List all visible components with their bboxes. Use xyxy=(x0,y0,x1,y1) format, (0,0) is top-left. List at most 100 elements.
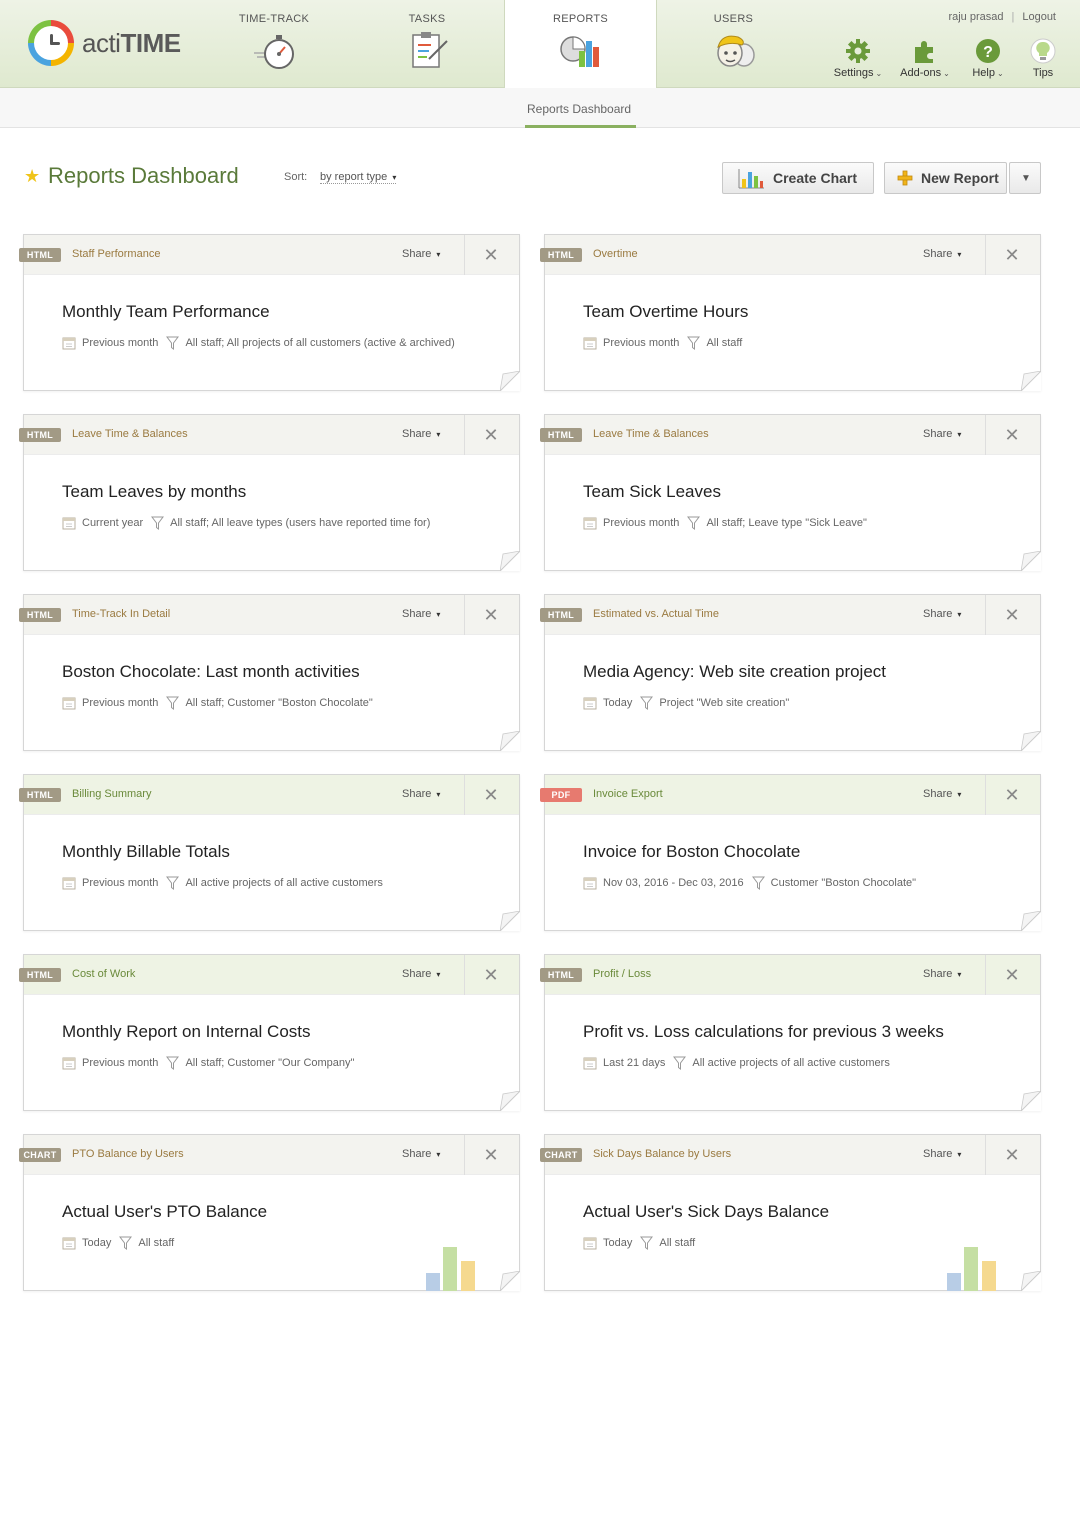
favorite-star-icon[interactable]: ★ xyxy=(24,166,40,187)
close-icon[interactable]: ✕ xyxy=(479,603,503,627)
tab-users[interactable]: USERS xyxy=(680,0,787,88)
report-title[interactable]: Profit vs. Loss calculations for previou… xyxy=(583,1022,944,1042)
report-card[interactable]: HTML Staff Performance Share ▾ ✕ Monthly… xyxy=(19,234,520,391)
new-report-dropdown-button[interactable]: ▼ xyxy=(1009,162,1041,194)
close-icon[interactable]: ✕ xyxy=(1000,963,1024,987)
report-type-label[interactable]: PTO Balance by Users xyxy=(72,1148,184,1160)
report-type-label[interactable]: Overtime xyxy=(593,248,638,260)
report-type-label[interactable]: Billing Summary xyxy=(72,788,151,800)
tab-label: USERS xyxy=(713,13,754,25)
report-type-label[interactable]: Cost of Work xyxy=(72,968,135,980)
help-icon: ? xyxy=(976,39,1000,63)
share-dropdown[interactable]: Share ▾ xyxy=(402,788,440,800)
close-icon[interactable]: ✕ xyxy=(479,1143,503,1167)
report-type-label[interactable]: Invoice Export xyxy=(593,788,663,800)
share-dropdown[interactable]: Share ▾ xyxy=(923,248,961,260)
share-dropdown[interactable]: Share ▾ xyxy=(923,968,961,980)
close-icon[interactable]: ✕ xyxy=(1000,1143,1024,1167)
tab-time-track[interactable]: TIME-TRACK xyxy=(216,0,332,88)
close-icon[interactable]: ✕ xyxy=(1000,603,1024,627)
tab-reports[interactable]: REPORTS xyxy=(504,0,657,89)
share-dropdown[interactable]: Share ▾ xyxy=(402,608,440,620)
share-dropdown[interactable]: Share ▾ xyxy=(402,968,440,980)
report-period: Previous month xyxy=(82,697,159,709)
report-card[interactable]: CHART PTO Balance by Users Share ▾ ✕ Act… xyxy=(19,1134,520,1291)
report-card[interactable]: HTML Cost of Work Share ▾ ✕ Monthly Repo… xyxy=(19,954,520,1111)
report-title[interactable]: Team Overtime Hours xyxy=(583,302,748,322)
new-report-button[interactable]: New Report xyxy=(884,162,1007,194)
report-title[interactable]: Media Agency: Web site creation project xyxy=(583,662,886,682)
report-title[interactable]: Actual User's PTO Balance xyxy=(62,1202,267,1222)
report-card[interactable]: HTML Leave Time & Balances Share ▾ ✕ Tea… xyxy=(19,414,520,571)
report-type-label[interactable]: Time-Track In Detail xyxy=(72,608,170,620)
report-period: Previous month xyxy=(82,337,159,349)
sort-dropdown[interactable]: by report type ▾ xyxy=(320,171,397,184)
share-dropdown[interactable]: Share ▾ xyxy=(923,428,961,440)
share-label: Share xyxy=(923,788,953,800)
close-icon[interactable]: ✕ xyxy=(1000,243,1024,267)
header-divider xyxy=(464,595,465,635)
close-icon[interactable]: ✕ xyxy=(1000,423,1024,447)
report-type-label[interactable]: Leave Time & Balances xyxy=(593,428,709,440)
sort-value: by report type xyxy=(320,171,388,183)
report-type-label[interactable]: Leave Time & Balances xyxy=(72,428,188,440)
page-fold-corner xyxy=(500,731,520,751)
report-title[interactable]: Actual User's Sick Days Balance xyxy=(583,1202,829,1222)
report-card[interactable]: HTML Estimated vs. Actual Time Share ▾ ✕… xyxy=(540,594,1041,751)
report-card[interactable]: PDF Invoice Export Share ▾ ✕ Invoice for… xyxy=(540,774,1041,931)
close-icon[interactable]: ✕ xyxy=(479,423,503,447)
share-label: Share xyxy=(402,968,432,980)
card-header: HTML Leave Time & Balances Share ▾ ✕ xyxy=(19,415,519,455)
actitime-logo[interactable]: actiTIME xyxy=(28,20,181,66)
share-dropdown[interactable]: Share ▾ xyxy=(402,1148,440,1160)
page-title: Reports Dashboard xyxy=(48,163,239,188)
page-fold-corner xyxy=(500,1091,520,1111)
report-card[interactable]: CHART Sick Days Balance by Users Share ▾… xyxy=(540,1134,1041,1291)
addons-menu[interactable]: Add-ons ⌄ xyxy=(897,38,953,79)
report-title[interactable]: Team Sick Leaves xyxy=(583,482,721,502)
share-dropdown[interactable]: Share ▾ xyxy=(923,608,961,620)
logout-link[interactable]: Logout xyxy=(1022,11,1056,23)
caret-down-icon: ▾ xyxy=(436,430,441,439)
report-period: Previous month xyxy=(603,337,680,349)
tips-button[interactable]: Tips xyxy=(1015,38,1071,79)
clock-logo-icon xyxy=(28,20,74,66)
calendar-icon xyxy=(62,697,76,710)
subnav-reports-dashboard[interactable]: Reports Dashboard xyxy=(527,102,631,116)
report-title[interactable]: Invoice for Boston Chocolate xyxy=(583,842,800,862)
settings-menu[interactable]: Settings ⌄ xyxy=(830,38,886,79)
help-menu[interactable]: ? Help ⌄ xyxy=(960,38,1016,79)
report-card[interactable]: HTML Leave Time & Balances Share ▾ ✕ Tea… xyxy=(540,414,1041,571)
share-dropdown[interactable]: Share ▾ xyxy=(402,428,440,440)
report-card[interactable]: HTML Time-Track In Detail Share ▾ ✕ Bost… xyxy=(19,594,520,751)
report-meta: Previous month All staff; All projects o… xyxy=(62,336,455,350)
report-title[interactable]: Boston Chocolate: Last month activities xyxy=(62,662,360,682)
report-card[interactable]: HTML Billing Summary Share ▾ ✕ Monthly B… xyxy=(19,774,520,931)
report-title[interactable]: Monthly Report on Internal Costs xyxy=(62,1022,311,1042)
report-type-label[interactable]: Estimated vs. Actual Time xyxy=(593,608,719,620)
report-type-label[interactable]: Profit / Loss xyxy=(593,968,651,980)
report-title[interactable]: Monthly Billable Totals xyxy=(62,842,230,862)
user-name-link[interactable]: raju prasad xyxy=(948,11,1003,23)
close-icon[interactable]: ✕ xyxy=(1000,783,1024,807)
share-dropdown[interactable]: Share ▾ xyxy=(923,788,961,800)
report-card[interactable]: HTML Profit / Loss Share ▾ ✕ Profit vs. … xyxy=(540,954,1041,1111)
report-card[interactable]: HTML Overtime Share ▾ ✕ Team Overtime Ho… xyxy=(540,234,1041,391)
report-title[interactable]: Team Leaves by months xyxy=(62,482,246,502)
close-icon[interactable]: ✕ xyxy=(479,243,503,267)
close-icon[interactable]: ✕ xyxy=(479,963,503,987)
share-dropdown[interactable]: Share ▾ xyxy=(402,248,440,260)
close-icon[interactable]: ✕ xyxy=(479,783,503,807)
report-title[interactable]: Monthly Team Performance xyxy=(62,302,270,322)
report-meta: Today All staff xyxy=(62,1236,174,1250)
report-type-label[interactable]: Staff Performance xyxy=(72,248,160,260)
header-divider xyxy=(464,415,465,455)
report-period: Previous month xyxy=(82,1057,159,1069)
header-divider xyxy=(985,235,986,275)
tab-tasks[interactable]: TASKS xyxy=(372,0,482,88)
report-type-label[interactable]: Sick Days Balance by Users xyxy=(593,1148,731,1160)
create-chart-button[interactable]: Create Chart xyxy=(722,162,874,194)
share-dropdown[interactable]: Share ▾ xyxy=(923,1148,961,1160)
puzzle-icon xyxy=(915,41,933,63)
filter-icon xyxy=(687,516,701,530)
